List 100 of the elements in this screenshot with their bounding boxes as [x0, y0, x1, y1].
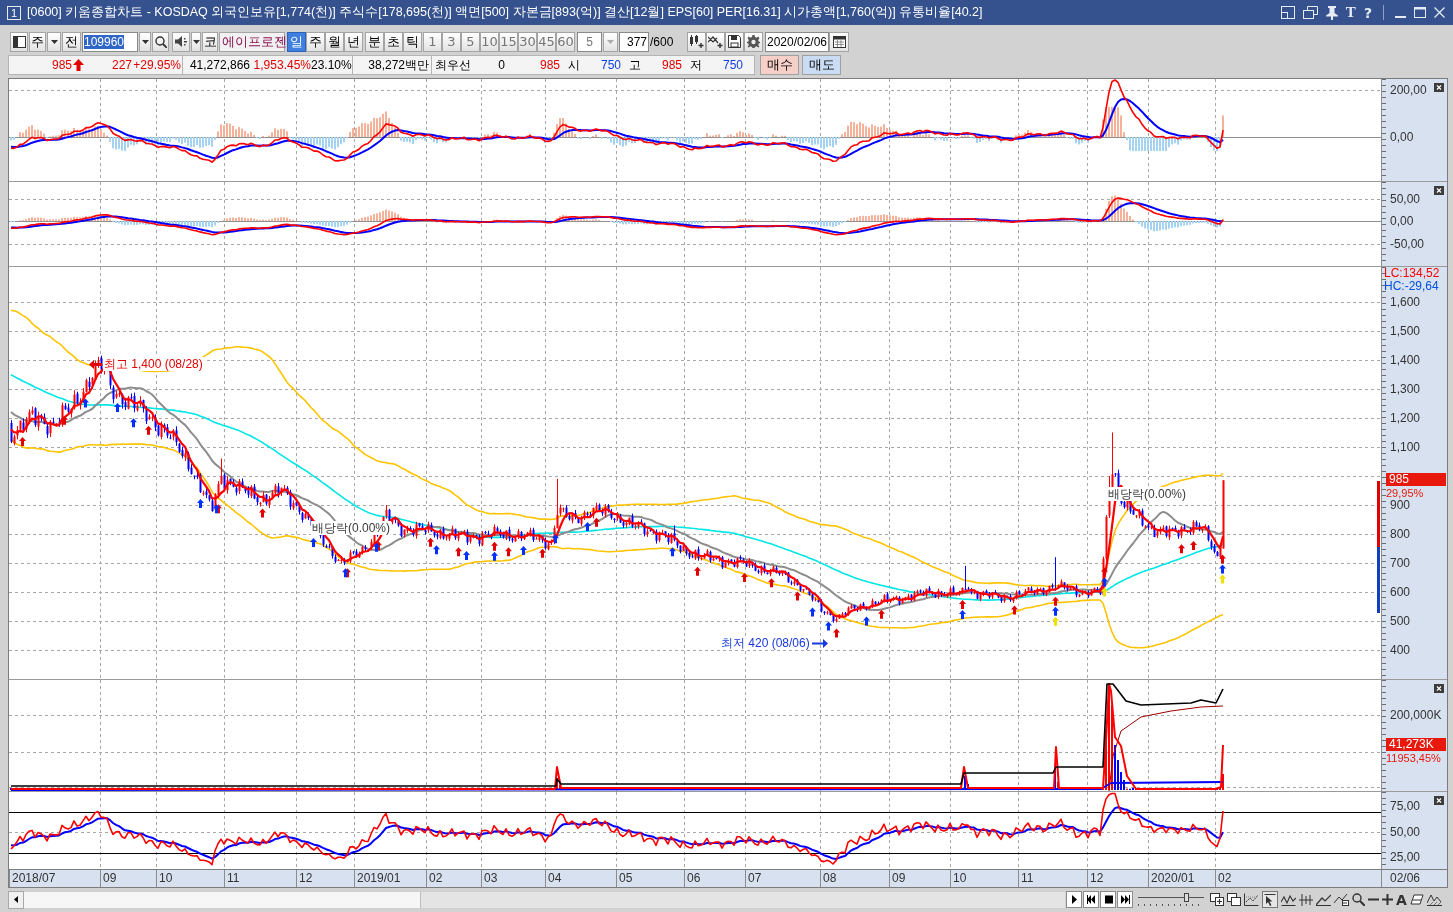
caret-icon	[607, 39, 614, 44]
window-layout-icon[interactable]	[1280, 6, 1295, 19]
high-price: 985	[660, 58, 682, 72]
market-button[interactable]: 주	[29, 31, 46, 52]
window-number: 1	[7, 5, 21, 20]
dropdown-button[interactable]	[191, 31, 201, 52]
wave-line-icon[interactable]	[1281, 893, 1296, 906]
market-tag-button[interactable]: 코	[202, 31, 218, 52]
stock-code-field[interactable]: 109960	[82, 31, 138, 52]
axis-label: 1,300	[1390, 382, 1421, 396]
sound-button[interactable]	[172, 31, 190, 52]
close-icon[interactable]	[1434, 186, 1444, 195]
date-label: 09	[100, 870, 117, 887]
date-label: 2019/01	[354, 870, 401, 887]
lines-plus-icon	[708, 35, 723, 48]
add-line-button[interactable]	[706, 31, 725, 52]
period-tab[interactable]: 주	[306, 31, 325, 52]
low-label: 저	[689, 56, 703, 74]
period-tab[interactable]: 일	[287, 31, 306, 52]
close-icon[interactable]	[1434, 684, 1444, 693]
date-label: 09	[889, 870, 906, 887]
stop-icon	[1103, 895, 1113, 904]
horizontal-scrollbar[interactable]	[24, 890, 1065, 909]
pin-icon[interactable]	[1325, 5, 1338, 20]
close-icon[interactable]	[1434, 796, 1444, 805]
indicator-legend: LC:134,52	[1384, 267, 1440, 280]
open-label: 시	[567, 56, 581, 74]
cursor-date: 02/06	[1381, 870, 1447, 887]
axis-label: 0,00	[1390, 214, 1414, 228]
stock-name-field[interactable]: 에이프로젠	[219, 31, 285, 52]
rewind-button[interactable]	[1083, 891, 1099, 908]
period-tab[interactable]: 분	[365, 31, 384, 52]
stop-button[interactable]	[1100, 891, 1116, 908]
overlap-squares-icon[interactable]	[1227, 893, 1241, 906]
count-field[interactable]: 377	[619, 31, 649, 52]
close-icon[interactable]	[1434, 83, 1444, 92]
buy-button[interactable]: 매수	[760, 55, 799, 75]
add-candle-button[interactable]	[687, 31, 706, 52]
axis-label: 1,100	[1390, 440, 1421, 454]
save-icon	[728, 35, 741, 48]
scope-button[interactable]: 전	[62, 31, 81, 52]
slider-thumb[interactable]	[1183, 892, 1189, 902]
period-tab[interactable]: 틱	[403, 31, 422, 52]
calendar-button[interactable]	[829, 31, 849, 52]
date-label: 07	[745, 870, 762, 887]
axis-label: 25,00	[1390, 850, 1421, 864]
close-icon[interactable]	[1434, 7, 1445, 18]
date-label: 12	[1087, 870, 1104, 887]
change-rate: +29.95%	[132, 58, 181, 72]
rewind-icon	[1086, 895, 1096, 904]
text-tool-button[interactable]: A	[1396, 892, 1407, 907]
vertical-lines-icon[interactable]	[1299, 893, 1313, 906]
plus-icon[interactable]	[1382, 894, 1393, 905]
dropdown-button[interactable]	[47, 31, 61, 52]
settings-button[interactable]	[744, 31, 763, 52]
line-chart-box-icon[interactable]	[1334, 893, 1349, 906]
cursor-arrow-icon	[1264, 893, 1276, 906]
search-icon[interactable]	[1352, 893, 1365, 906]
dashed-chart-icon[interactable]	[1244, 893, 1259, 906]
period-tab[interactable]: 년	[344, 31, 363, 52]
sell-button[interactable]: 매도	[802, 55, 841, 75]
cursor-tool-button[interactable]	[1262, 891, 1278, 908]
fast-forward-icon	[1120, 895, 1130, 904]
axis-label: 900	[1390, 498, 1411, 512]
mountain-chart-icon[interactable]	[1426, 893, 1442, 906]
candles-plus-icon	[689, 35, 704, 48]
date-label: 11	[224, 870, 240, 887]
caret-icon	[141, 39, 149, 44]
fast-forward-button[interactable]	[1117, 891, 1133, 908]
axis-label: 75,00	[1390, 799, 1421, 813]
scrollbar-thumb[interactable]	[420, 891, 1065, 908]
period-tab[interactable]: 초	[384, 31, 403, 52]
date-field[interactable]: 2020/02/06	[765, 31, 829, 52]
window-plus-icon[interactable]	[1210, 893, 1224, 906]
dropdown-button[interactable]	[139, 31, 151, 52]
price-change: 227	[110, 58, 132, 72]
axis-label: 600	[1390, 585, 1411, 599]
date-label: 06	[684, 870, 701, 887]
help-button[interactable]: ?	[1363, 4, 1372, 21]
layout-button[interactable]	[10, 31, 28, 52]
maximize-icon[interactable]	[1414, 7, 1426, 18]
search-button[interactable]	[152, 31, 169, 52]
axis-label: 200,00	[1390, 83, 1427, 97]
eraser-icon[interactable]	[1409, 894, 1424, 905]
axis-label: 1,400	[1390, 353, 1421, 367]
scroll-left-button[interactable]	[8, 890, 24, 909]
cascade-windows-icon[interactable]	[1302, 6, 1318, 19]
search-icon	[154, 35, 167, 48]
font-button[interactable]: T	[1345, 4, 1356, 21]
play-button[interactable]	[1066, 891, 1082, 908]
date-label: 02	[426, 870, 443, 887]
period-tab[interactable]: 월	[325, 31, 344, 52]
open-price: 750	[599, 58, 621, 72]
trend-line-icon[interactable]	[1316, 893, 1331, 906]
play-icon	[1069, 895, 1079, 904]
date-label: 10	[156, 870, 173, 887]
save-button[interactable]	[725, 31, 744, 52]
date-label: 2020/01	[1148, 870, 1195, 887]
speaker-icon	[175, 36, 187, 47]
change-rate-label: 29,95%	[1386, 487, 1424, 499]
